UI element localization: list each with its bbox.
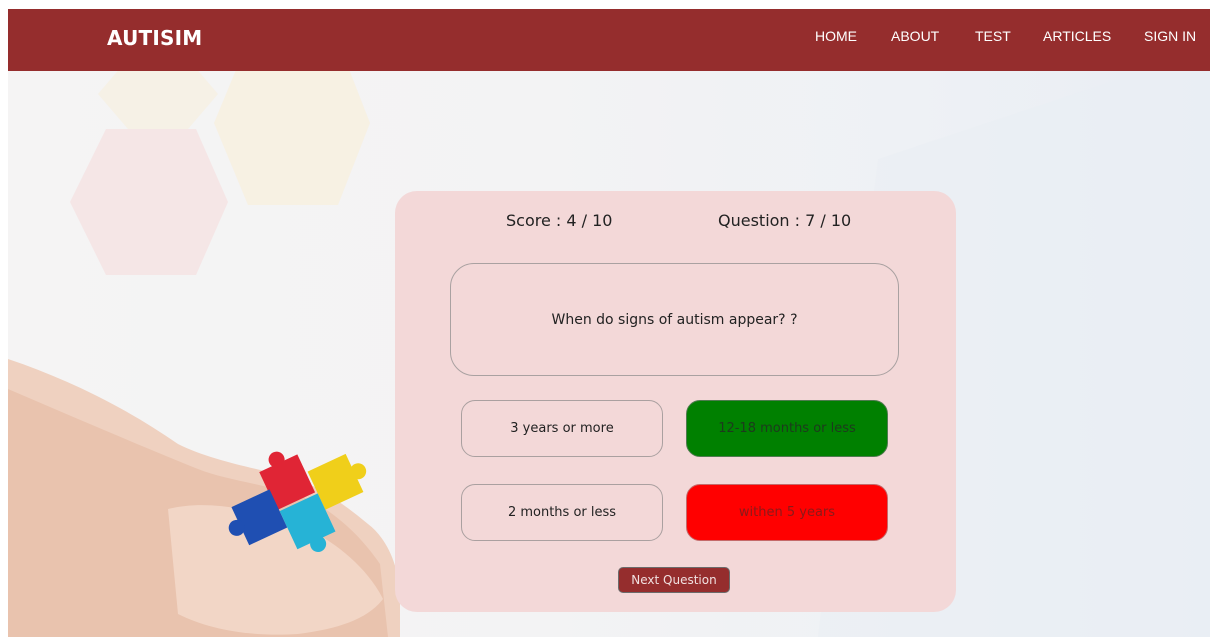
question-box: When do signs of autism appear? ?: [450, 263, 899, 376]
nav-sign-in[interactable]: SIGN IN: [1144, 28, 1196, 44]
nav-test[interactable]: TEST: [975, 28, 1011, 44]
brand-logo[interactable]: AUTISIM: [107, 26, 202, 50]
answer-option-1[interactable]: 3 years or more: [461, 400, 663, 457]
score-label: Score : 4 / 10: [506, 211, 613, 230]
question-text: When do signs of autism appear? ?: [551, 311, 798, 328]
next-question-button[interactable]: Next Question: [618, 567, 730, 593]
quiz-card: Score : 4 / 10 Question : 7 / 10 When do…: [395, 191, 956, 612]
question-counter: Question : 7 / 10: [718, 211, 852, 230]
hexagon-decoration: [70, 129, 228, 275]
page-frame: AUTISIM HOME ABOUT TEST ARTICLES SIGN IN…: [8, 9, 1210, 637]
top-navbar: AUTISIM HOME ABOUT TEST ARTICLES SIGN IN: [8, 9, 1210, 71]
answer-option-4-wrong[interactable]: withen 5 years: [686, 484, 888, 541]
answer-option-3[interactable]: 2 months or less: [461, 484, 663, 541]
nav-home[interactable]: HOME: [815, 28, 857, 44]
nav-about[interactable]: ABOUT: [891, 28, 939, 44]
nav-articles[interactable]: ARTICLES: [1043, 28, 1111, 44]
hands-puzzle-image: [8, 359, 400, 637]
answer-option-2-correct[interactable]: 12-18 months or less: [686, 400, 888, 457]
